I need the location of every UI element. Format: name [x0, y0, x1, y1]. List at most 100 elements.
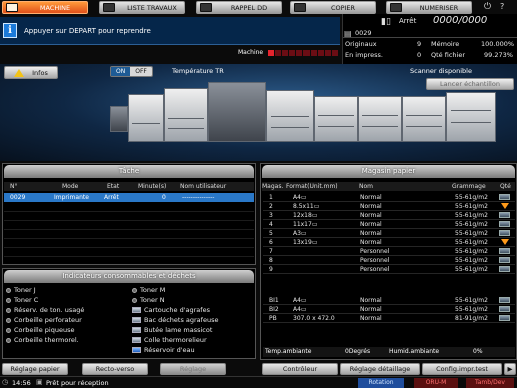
lancer-echantillon-label: Lancer échantillon: [440, 80, 500, 88]
tab-machine-label: MACHINE: [39, 3, 71, 12]
col-no: N°: [10, 183, 18, 190]
humid-label: Humid.ambiante: [389, 348, 440, 355]
hdd-recall-icon: [200, 3, 212, 12]
staple-waste-icon: [132, 317, 141, 323]
memoire-label: Mémoire: [431, 40, 460, 48]
reglage-button[interactable]: Réglage: [160, 363, 226, 375]
job-mode: Imprimante: [54, 194, 89, 201]
tab-machine[interactable]: MACHINE: [2, 1, 88, 14]
printer-unit: [314, 96, 358, 142]
toner-icon: [6, 297, 11, 303]
tray-row[interactable]: PB 307.0 x 472.0 Normal 81-91g/m2: [263, 314, 515, 323]
tray-row[interactable]: 7 Personnel 55-61g/m2: [263, 247, 515, 256]
tab-rappel-dd[interactable]: RAPPEL DD: [196, 1, 282, 14]
help-icon[interactable]: ?: [500, 2, 504, 11]
tray-grammage: 55-61g/m2: [455, 221, 488, 228]
tray-format: 11x17▭: [293, 221, 318, 228]
tray-format: A3▭: [293, 230, 307, 237]
infos-button[interactable]: Infos: [4, 66, 58, 79]
recto-verso-button[interactable]: Recto-verso: [82, 363, 148, 375]
arrow-right-icon: ▶: [507, 365, 513, 373]
clock-icon: ◷: [2, 378, 9, 386]
config-impr-test-button[interactable]: Config.impr.test: [422, 363, 502, 375]
qte-fichier-label: Qté fichier: [431, 51, 465, 59]
tray-row[interactable]: BI2 A4▭ Normal 55-61g/m2: [263, 305, 515, 314]
tray-nom: Normal: [360, 203, 382, 210]
printer-unit: [266, 90, 314, 142]
tray-row[interactable]: 4 11x17▭ Normal 55-61g/m2: [263, 220, 515, 229]
tray-nom: Normal: [360, 306, 382, 313]
tray-row[interactable]: 3 12x18▭ Normal 55-61g/m2: [263, 211, 515, 220]
trimmer-blade-icon: [132, 327, 141, 333]
tab-copier[interactable]: COPIER: [290, 1, 376, 14]
printer-state-icon: ▮▯: [381, 17, 391, 27]
tray-magas: 6: [269, 239, 273, 246]
tray-nom: Normal: [360, 315, 382, 322]
consumable-staple-cartridge: Cartouche d'agrafes: [132, 306, 210, 314]
consumables-title: Indicateurs consommables et déchets: [4, 270, 254, 283]
tray-row[interactable]: 1 A4▭ Normal 55-61g/m2: [263, 193, 515, 202]
en-impress-label: En impress.: [345, 51, 383, 59]
toggle-off[interactable]: OFF: [130, 67, 152, 76]
tab-rappel-dd-label: RAPPEL DD: [230, 3, 268, 12]
tray-magas: 1: [269, 194, 273, 201]
job-list-icon: [103, 3, 115, 12]
temperature-label: Température TR: [172, 67, 224, 75]
toggle-on[interactable]: ON: [111, 67, 131, 76]
tray-magas: 8: [269, 257, 273, 264]
tray-grammage: 55-61g/m2: [455, 266, 488, 273]
tray-row[interactable]: 6 13x19▭ Normal 55-61g/m2: [263, 238, 515, 247]
ambient-bar: Temp.ambiante 0Degrés Humid.ambiante 0%: [263, 347, 515, 357]
lancer-echantillon-button[interactable]: Lancer échantillon: [426, 78, 514, 90]
time: 14:56: [12, 379, 31, 387]
tab-numeriser[interactable]: NUMERISER: [386, 1, 472, 14]
tray-magas: 2: [269, 203, 273, 210]
tray-magas: 9: [269, 266, 273, 273]
tray-format: A4▭: [293, 194, 307, 201]
tray-nom: Normal: [360, 212, 382, 219]
toner-icon: [132, 287, 137, 293]
printer-icon: ▣: [36, 378, 43, 386]
tray-grammage: 55-61g/m2: [455, 297, 488, 304]
paper-level-icon: [499, 257, 510, 263]
tray-format: A4▭: [293, 306, 307, 313]
tray-grammage: 81-91g/m2: [455, 315, 488, 322]
temperature-toggle[interactable]: ON OFF: [110, 66, 153, 77]
table-row[interactable]: 0029 Imprimante Arrêt 0 ---------------: [4, 193, 254, 202]
tab-liste-travaux-label: LISTE TRAVAUX: [127, 3, 177, 12]
machine-level-label: Machine: [238, 49, 264, 56]
tab-liste-travaux[interactable]: LISTE TRAVAUX: [99, 1, 185, 14]
reglage-detaillage-button[interactable]: Réglage détaillage: [340, 363, 420, 375]
job-minutes: 0: [162, 194, 166, 201]
machine-icon: [6, 3, 18, 12]
next-arrow-button[interactable]: ▶: [504, 363, 516, 375]
message-text: Appuyer sur DEPART pour reprendre: [24, 27, 151, 35]
consumable-toner-c: Toner C: [6, 296, 38, 304]
water-tank-icon: [132, 347, 141, 353]
paper-level-icon: [499, 212, 510, 218]
qte-fichier-value: 99.273%: [484, 51, 513, 59]
tray-row[interactable]: 5 A3▭ Normal 55-61g/m2: [263, 229, 515, 238]
reglage-papier-button[interactable]: Réglage papier: [2, 363, 68, 375]
tray-grammage: 55-61g/m2: [455, 239, 488, 246]
humid-value: 0%: [473, 348, 483, 355]
controleur-button[interactable]: Contrôleur: [262, 363, 338, 375]
col-mode: Mode: [62, 183, 79, 190]
col-user: Nom utilisateur: [180, 183, 227, 190]
tray-row[interactable]: 2 8.5x11▭ Normal 55-61g/m2: [263, 202, 515, 211]
col-format: Format(Unit.mm): [286, 183, 338, 190]
ready-status: Prêt pour réception: [46, 379, 109, 387]
machine-level-segment: [324, 50, 331, 56]
paper-level-icon: [499, 306, 510, 312]
temp-label: Temp.ambiante: [265, 348, 312, 355]
divider: [343, 37, 517, 38]
tray-magas: BI1: [269, 297, 279, 304]
tray-row[interactable]: 9 Personnel 55-61g/m2: [263, 265, 515, 274]
tache-header: N° Mode Etat Minute(s) Nom utilisateur: [4, 182, 254, 191]
consumable-stitcher-bin: Corbeille piqueuse: [6, 326, 74, 334]
tray-format: A4▭: [293, 297, 307, 304]
tray-row[interactable]: BI1 A4▭ Normal 55-61g/m2: [263, 296, 515, 305]
tray-row[interactable]: 8 Personnel 55-61g/m2: [263, 256, 515, 265]
printer-unit: [110, 106, 128, 132]
machine-level-segment: [310, 50, 317, 56]
